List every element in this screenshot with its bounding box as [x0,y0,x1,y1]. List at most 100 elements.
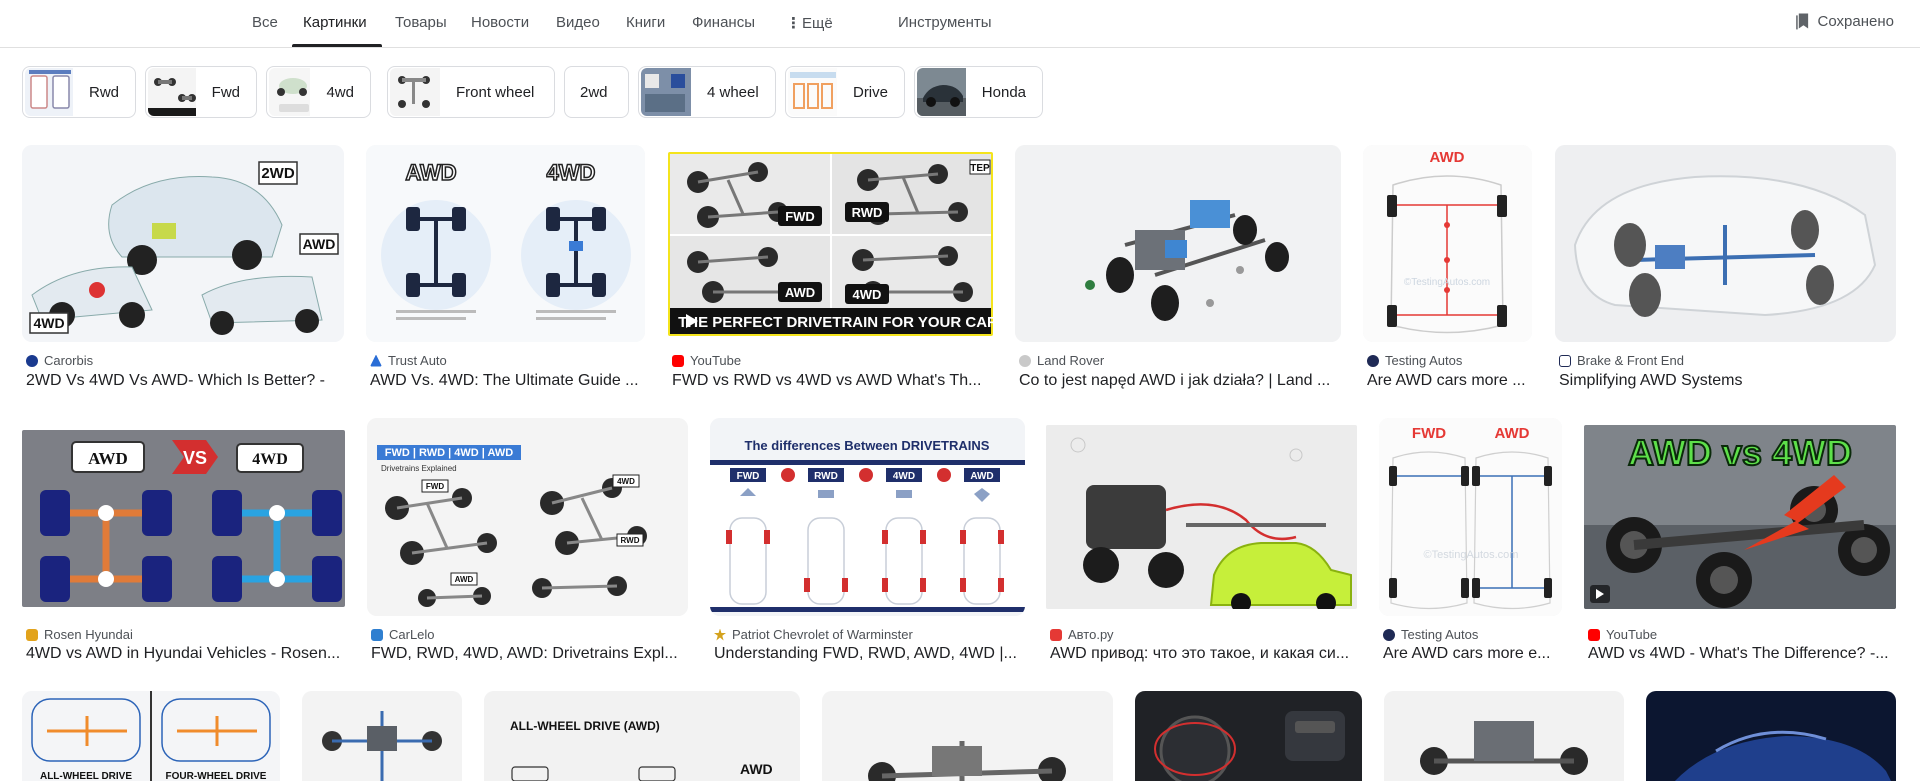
result-title[interactable]: AWD Vs. 4WD: The Ultimate Guide ... [370,372,645,390]
chip-thumbnail [917,68,966,116]
img-label: FWD [785,209,815,224]
img-label: ALL-WHEEL DRIVE [40,771,132,781]
chip-thumbnail [788,68,837,116]
source-favicon-icon [1019,354,1031,367]
result-image[interactable] [1135,691,1362,781]
img-label: VS [183,448,207,468]
top-navigation: Все Картинки Товары Новости Видео Книги … [0,0,1920,48]
source-name: Testing Autos [1385,353,1463,368]
saved-button[interactable]: Сохранено [1795,12,1894,30]
source-name: Trust Auto [388,353,447,368]
result-source: Testing Autos [1383,627,1478,642]
tab-video[interactable]: Видео [556,14,600,31]
chip-label: Rwd [88,83,119,101]
img-label: 4WD [547,160,596,185]
tab-all[interactable]: Все [252,14,278,31]
result-title[interactable]: AWD vs 4WD - What's The Difference? -... [1588,645,1896,663]
chip-label: Drive [852,83,888,101]
source-name: Land Rover [1037,353,1105,368]
chip-drive[interactable]: Drive [785,66,905,118]
result-image[interactable]: AWD VS 4WD [22,430,345,607]
result-image[interactable]: FWD AWD ©TestingAutos.com [1379,418,1562,616]
img-label: AWD [1495,425,1530,442]
source-favicon-icon [371,628,383,641]
chip-front-wheel[interactable]: Front wheel [387,66,555,118]
source-name: Авто.ру [1068,627,1114,642]
img-label: FWD [1412,425,1446,442]
result-source: CarLelo [371,627,435,642]
saved-label: Сохранено [1817,12,1894,30]
result-image[interactable] [1646,691,1896,781]
tab-news[interactable]: Новости [471,14,529,31]
img-label: AWD [785,285,815,300]
chip-honda[interactable]: Honda [914,66,1043,118]
source-name: Rosen Hyundai [44,627,133,642]
tools-button[interactable]: Инструменты [898,14,992,31]
result-title[interactable]: Co to jest napęd AWD i jak działa? | Lan… [1019,372,1341,390]
result-title[interactable]: Simplifying AWD Systems [1559,372,1896,390]
result-image[interactable] [1046,425,1357,609]
chip-4wd[interactable]: 4wd [266,66,371,118]
source-name: YouTube [690,353,742,368]
result-title[interactable]: 2WD Vs 4WD Vs AWD- Which Is Better? - [26,372,344,390]
result-image[interactable]: FWD | RWD | 4WD | AWD Drivetrains Explai… [367,418,688,616]
chip-thumbnail [148,68,196,116]
result-image[interactable]: 2WD AWD 4WD [22,145,344,342]
result-source: Авто.ру [1050,627,1114,642]
tab-finance[interactable]: Финансы [692,14,755,31]
chip-rwd[interactable]: Rwd [22,66,136,118]
source-favicon-icon [1383,628,1395,641]
result-image[interactable] [302,691,462,781]
chip-4-wheel[interactable]: 4 wheel [638,66,776,118]
tab-products[interactable]: Товары [395,14,447,31]
tab-images[interactable]: Картинки [303,14,367,31]
result-title[interactable]: FWD vs RWD vs 4WD vs AWD What's Th... [672,372,993,390]
chip-thumbnail [269,68,311,116]
result-image[interactable] [1015,145,1341,342]
chip-thumbnail [390,68,440,116]
result-title[interactable]: Are AWD cars more ... [1367,372,1532,390]
img-label: AWD [740,761,773,777]
chip-fwd[interactable]: Fwd [145,66,257,118]
tab-books[interactable]: Книги [626,14,665,31]
img-label: AWD [405,160,456,185]
chip-label: Honda [981,83,1026,101]
result-image[interactable]: AWD vs 4WD [1584,425,1896,609]
img-label: FWD [737,471,760,482]
result-image[interactable]: ALL-WHEEL DRIVE FOUR-WHEEL DRIVE [22,691,280,781]
result-image[interactable]: ALL-WHEEL DRIVE (AWD) AWD [484,691,800,781]
result-title[interactable]: AWD привод: что это такое, и какая си... [1050,645,1357,663]
result-source: Trust Auto [370,353,447,368]
source-name: Testing Autos [1401,627,1479,642]
tab-more[interactable]: ⋮Ещё [786,14,833,32]
img-label: ©TestingAutos.com [1404,277,1490,288]
result-image[interactable] [822,691,1113,781]
source-name: Brake & Front End [1577,353,1684,368]
result-title[interactable]: Are AWD cars more e... [1383,645,1562,663]
img-label: RWD [621,536,640,545]
result-image[interactable]: The differences Between DRIVETRAINS FWD … [710,418,1025,616]
result-source: YouTube [672,353,741,368]
chip-thumbnail [25,68,73,116]
result-title[interactable]: FWD, RWD, 4WD, AWD: Drivetrains Expl... [371,645,688,663]
result-title[interactable]: Understanding FWD, RWD, AWD, 4WD |... [714,645,1025,663]
img-label: FWD | RWD | 4WD | AWD [385,447,513,459]
result-image[interactable]: FWD RWD AWD 4WD THE PERFECT DRIVETRAIN F… [668,152,993,336]
img-label: AWD [88,449,128,468]
more-vert-icon: ⋮ [786,15,801,32]
result-image[interactable]: AWD 4WD [366,145,645,342]
source-favicon-icon [1050,628,1062,641]
result-title[interactable]: 4WD vs AWD in Hyundai Vehicles - Rosen..… [26,645,345,663]
result-source: Brake & Front End [1559,353,1684,368]
img-label: 4WD [853,287,882,302]
img-label: AWD [303,236,336,252]
source-favicon-icon [714,628,726,641]
chip-2wd[interactable]: 2wd [564,66,629,118]
img-label: RWD [814,471,838,482]
chip-label: Front wheel [456,83,535,101]
active-tab-indicator [292,44,382,47]
result-image[interactable] [1555,145,1896,342]
result-image[interactable] [1384,691,1624,781]
result-image[interactable]: AWD ©TestingAutos.com [1363,145,1532,342]
source-name: CarLelo [389,627,435,642]
